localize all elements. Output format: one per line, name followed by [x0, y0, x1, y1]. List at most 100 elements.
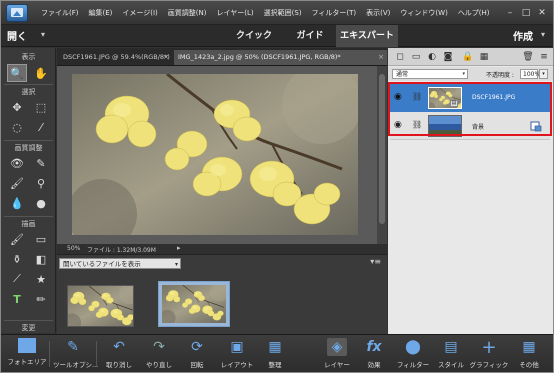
adjustment-layer-icon[interactable]: ◐	[426, 51, 438, 63]
lock-icon[interactable]: 🔒	[462, 51, 474, 63]
zoom-level[interactable]: 50%	[67, 245, 80, 252]
menu-view[interactable]: 表示(V)	[361, 8, 395, 18]
chevron-right-icon[interactable]: ▸	[177, 244, 181, 252]
photo-bin-label: フォトエリア	[7, 358, 47, 366]
menu-window[interactable]: ウィンドウ(W)	[395, 8, 452, 18]
close-icon[interactable]: ×	[378, 50, 384, 65]
open-button[interactable]: 開く	[7, 28, 27, 43]
layer-mask-icon[interactable]: ◙	[442, 51, 454, 63]
window-controls: – □ ✕	[505, 8, 547, 18]
menu-file[interactable]: ファイル(F)	[36, 8, 84, 18]
photo-bin-thumbnail-selected[interactable]	[158, 281, 230, 327]
tab-document-1[interactable]: DSCF1961.JPG @ 59.4%(RGB/8*) ×	[59, 50, 172, 65]
tab-expert[interactable]: エキスパート	[336, 25, 398, 47]
tool-options-button[interactable]: ✎ ツールオプシ...	[53, 338, 98, 369]
layers-button[interactable]: ◈ レイヤー	[317, 338, 357, 369]
photo-bin-source-value: 開いているファイルを表示	[63, 260, 141, 268]
toolbox-section-modify: 変更	[21, 324, 36, 332]
zoom-tool-icon[interactable]: 🔍	[7, 64, 27, 82]
canvas-area[interactable]	[57, 66, 387, 244]
photo-bin-icon	[18, 338, 36, 353]
tab-quick[interactable]: クイック	[224, 25, 284, 47]
undo-button[interactable]: ↶ 取り消し	[99, 338, 139, 369]
trash-icon[interactable]: 🗑	[522, 51, 534, 63]
maximize-icon[interactable]: □	[521, 8, 531, 18]
toolbox-section-draw: 描画	[21, 220, 36, 228]
close-icon[interactable]: ✕	[537, 8, 547, 18]
close-icon[interactable]: ×	[163, 50, 169, 65]
minimize-icon[interactable]: –	[505, 8, 515, 18]
blur-tool-icon[interactable]: 💧	[7, 194, 27, 212]
filters-button[interactable]: ⬤ フィルター	[393, 338, 433, 369]
chevron-down-icon[interactable]: ▾	[541, 30, 545, 39]
menu-bar: ファイル(F) 編集(E) イメージ(I) 画質調整(N) レイヤー(L) 選択…	[1, 1, 553, 25]
effects-button[interactable]: fx 効果	[354, 338, 394, 369]
new-group-icon[interactable]: ▭	[410, 51, 422, 63]
status-bar: 50% ファイル : 1.32M/3.09M ▸	[57, 244, 387, 254]
chevron-down-icon: ▾	[174, 261, 178, 268]
eraser-tool-icon[interactable]: ▭	[31, 230, 51, 248]
new-layer-icon[interactable]: ◻	[394, 51, 406, 63]
photo-bin-button[interactable]: フォトエリア	[7, 338, 47, 366]
clone-stamp-tool-icon[interactable]: ⚲	[31, 174, 51, 192]
rotate-button[interactable]: ⟳ 回転	[177, 338, 217, 369]
create-button[interactable]: 作成	[513, 28, 533, 43]
paint-bucket-tool-icon[interactable]: ⚱	[7, 250, 27, 268]
menu-select[interactable]: 選択範囲(S)	[259, 8, 307, 18]
app-logo-icon	[6, 3, 28, 22]
tab-guided[interactable]: ガイド	[284, 25, 336, 47]
red-eye-tool-icon[interactable]: 👁	[7, 154, 27, 172]
move-tool-icon[interactable]: ✥	[7, 98, 27, 116]
panel-menu-icon[interactable]: ≡	[538, 51, 550, 63]
photoshop-elements-window: ファイル(F) 編集(E) イメージ(I) 画質調整(N) レイヤー(L) 選択…	[0, 0, 554, 373]
styles-button[interactable]: ▤ スタイル	[431, 338, 471, 369]
shape-tool-icon[interactable]: ★	[31, 270, 51, 288]
brush-tool-icon[interactable]: 🖌	[7, 230, 27, 248]
smart-brush-tool-icon[interactable]: 🖌	[7, 174, 27, 192]
menu-enhance[interactable]: 画質調整(N)	[163, 8, 212, 18]
marquee-tool-icon[interactable]: ⬚	[31, 98, 51, 116]
panel-menu-icon[interactable]: ▾≡	[370, 257, 381, 266]
opacity-input[interactable]: 100%	[520, 69, 540, 79]
tab-document-1-title: DSCF1961.JPG @ 59.4%(RGB/8*)	[63, 53, 170, 61]
layout-button[interactable]: ▣ レイアウト	[217, 338, 257, 369]
more-button[interactable]: ▦ その他	[509, 338, 549, 369]
graphics-button[interactable]: + グラフィック	[469, 337, 509, 370]
chevron-down-icon[interactable]: ▾	[41, 30, 45, 39]
file-size-info: ファイル : 1.32M/3.09M	[87, 247, 156, 254]
magic-wand-tool-icon[interactable]: ⁄	[31, 118, 51, 136]
vertical-scrollbar[interactable]	[377, 66, 387, 244]
menu-help[interactable]: ヘルプ(H)	[453, 8, 495, 18]
photo-bin-source-select[interactable]: 開いているファイルを表示 ▾	[59, 258, 181, 269]
menu-image[interactable]: イメージ(I)	[117, 8, 162, 18]
menu-layer[interactable]: レイヤー(L)	[211, 8, 258, 18]
more-label: その他	[519, 361, 539, 369]
lasso-tool-icon[interactable]: ◌	[7, 118, 27, 136]
styles-icon: ▤	[444, 339, 458, 355]
organizer-button[interactable]: ▦ 整理	[255, 338, 295, 369]
redo-button[interactable]: ↷ やり直し	[139, 338, 179, 369]
blend-opacity-row: 通常 ▾ 不透明度 : 100% ▾	[388, 67, 553, 81]
type-tool-icon[interactable]: T	[7, 290, 27, 308]
toolbox-section-view: 表示	[21, 53, 36, 61]
menu-edit[interactable]: 編集(E)	[84, 8, 118, 18]
photo-bin: 開いているファイルを表示 ▾ ▾≡	[57, 254, 387, 334]
tab-document-2-title: IMG_1423a_2.jpg @ 50% (DSCF1961.JPG, RGB…	[178, 53, 341, 61]
opacity-label: 不透明度 :	[486, 72, 514, 79]
blend-mode-select[interactable]: 通常 ▾	[392, 69, 468, 79]
photo-bin-thumbnail[interactable]	[67, 285, 134, 327]
sponge-tool-icon[interactable]: ●	[31, 194, 51, 212]
toolbox: 表示 🔍 ✋ 選択 ✥ ⬚ ◌ ⁄ 画質調整 👁 ✎ 🖌 ⚲ 💧 ● 描画 🖌 …	[1, 48, 56, 333]
eyedropper-tool-icon[interactable]: ⟋	[7, 270, 27, 288]
lock-all-icon[interactable]: ▦	[478, 51, 490, 63]
spot-healing-tool-icon[interactable]: ✎	[31, 154, 51, 172]
panel-bin-bar: フォトエリア ✎ ツールオプシ... ↶ 取り消し ↷ やり直し ⟳ 回転 ▣ …	[1, 334, 553, 372]
gradient-tool-icon[interactable]: ◧	[31, 250, 51, 268]
document-image[interactable]	[72, 74, 358, 235]
hand-tool-icon[interactable]: ✋	[31, 64, 51, 82]
menu-filter[interactable]: フィルター(T)	[307, 8, 362, 18]
chevron-down-icon[interactable]: ▾	[539, 69, 548, 79]
pencil-tool-icon[interactable]: ✏	[31, 290, 51, 308]
tab-document-2[interactable]: IMG_1423a_2.jpg @ 50% (DSCF1961.JPG, RGB…	[174, 50, 387, 65]
toolbox-section-enhance: 画質調整	[14, 144, 43, 152]
